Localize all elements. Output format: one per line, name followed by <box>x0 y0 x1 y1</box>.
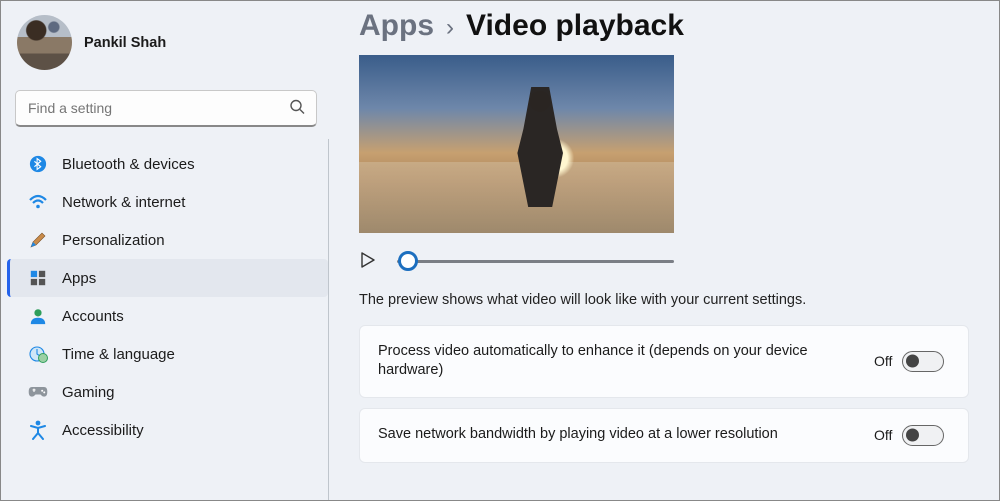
preview-thumbnail <box>359 55 674 233</box>
setting-label: Save network bandwidth by playing video … <box>378 425 858 445</box>
toggle-group: Off <box>874 425 944 446</box>
accessibility-icon <box>28 420 48 440</box>
avatar <box>17 15 72 70</box>
settings-list: Process video automatically to enhance i… <box>359 325 999 463</box>
setting-enhance-video[interactable]: Process video automatically to enhance i… <box>359 325 969 398</box>
apps-icon <box>28 268 48 288</box>
seek-bar[interactable] <box>397 260 674 263</box>
search-icon <box>289 98 305 119</box>
toggle-switch[interactable] <box>902 351 944 372</box>
sidebar-item-label: Bluetooth & devices <box>62 156 195 173</box>
sidebar-item-label: Time & language <box>62 346 175 363</box>
toggle-state-text: Off <box>874 427 892 443</box>
search-input[interactable] <box>15 90 317 127</box>
sidebar-item-personalization[interactable]: Personalization <box>7 221 328 259</box>
profile-name: Pankil Shah <box>84 35 166 51</box>
toggle-group: Off <box>874 351 944 372</box>
gamepad-icon <box>28 382 48 402</box>
setting-save-bandwidth[interactable]: Save network bandwidth by playing video … <box>359 408 969 463</box>
page-title: Video playback <box>466 9 684 43</box>
play-button[interactable] <box>359 251 379 271</box>
toggle-state-text: Off <box>874 353 892 369</box>
breadcrumb-parent[interactable]: Apps <box>359 9 434 43</box>
sidebar-item-apps[interactable]: Apps <box>7 259 328 297</box>
player-controls <box>359 251 674 271</box>
sidebar-item-label: Network & internet <box>62 194 185 211</box>
sidebar-item-bluetooth[interactable]: Bluetooth & devices <box>7 145 328 183</box>
bluetooth-icon <box>28 154 48 174</box>
sidebar: Pankil Shah Bluetooth & devices Network … <box>1 1 331 500</box>
sidebar-item-accessibility[interactable]: Accessibility <box>7 411 328 449</box>
sidebar-item-time-language[interactable]: Time & language <box>7 335 328 373</box>
setting-label: Process video automatically to enhance i… <box>378 342 858 381</box>
person-icon <box>28 306 48 326</box>
clock-globe-icon <box>28 344 48 364</box>
seek-thumb[interactable] <box>398 251 418 271</box>
sidebar-item-label: Personalization <box>62 232 165 249</box>
breadcrumb: Apps › Video playback <box>359 3 999 49</box>
brush-icon <box>28 230 48 250</box>
wifi-icon <box>28 192 48 212</box>
search-box[interactable] <box>15 90 317 127</box>
toggle-switch[interactable] <box>902 425 944 446</box>
sidebar-item-label: Accessibility <box>62 422 144 439</box>
video-preview <box>359 55 674 271</box>
sidebar-item-gaming[interactable]: Gaming <box>7 373 328 411</box>
preview-caption: The preview shows what video will look l… <box>359 291 819 311</box>
sidebar-item-network[interactable]: Network & internet <box>7 183 328 221</box>
sidebar-item-label: Apps <box>62 270 96 287</box>
profile-block[interactable]: Pankil Shah <box>7 1 331 86</box>
main-content: Apps › Video playback The preview shows … <box>331 1 999 500</box>
sidebar-item-accounts[interactable]: Accounts <box>7 297 328 335</box>
sidebar-item-label: Accounts <box>62 308 124 325</box>
sidebar-item-label: Gaming <box>62 384 115 401</box>
chevron-right-icon: › <box>446 14 454 42</box>
settings-window: Pankil Shah Bluetooth & devices Network … <box>1 1 999 500</box>
sidebar-nav: Bluetooth & devices Network & internet P… <box>7 139 329 500</box>
